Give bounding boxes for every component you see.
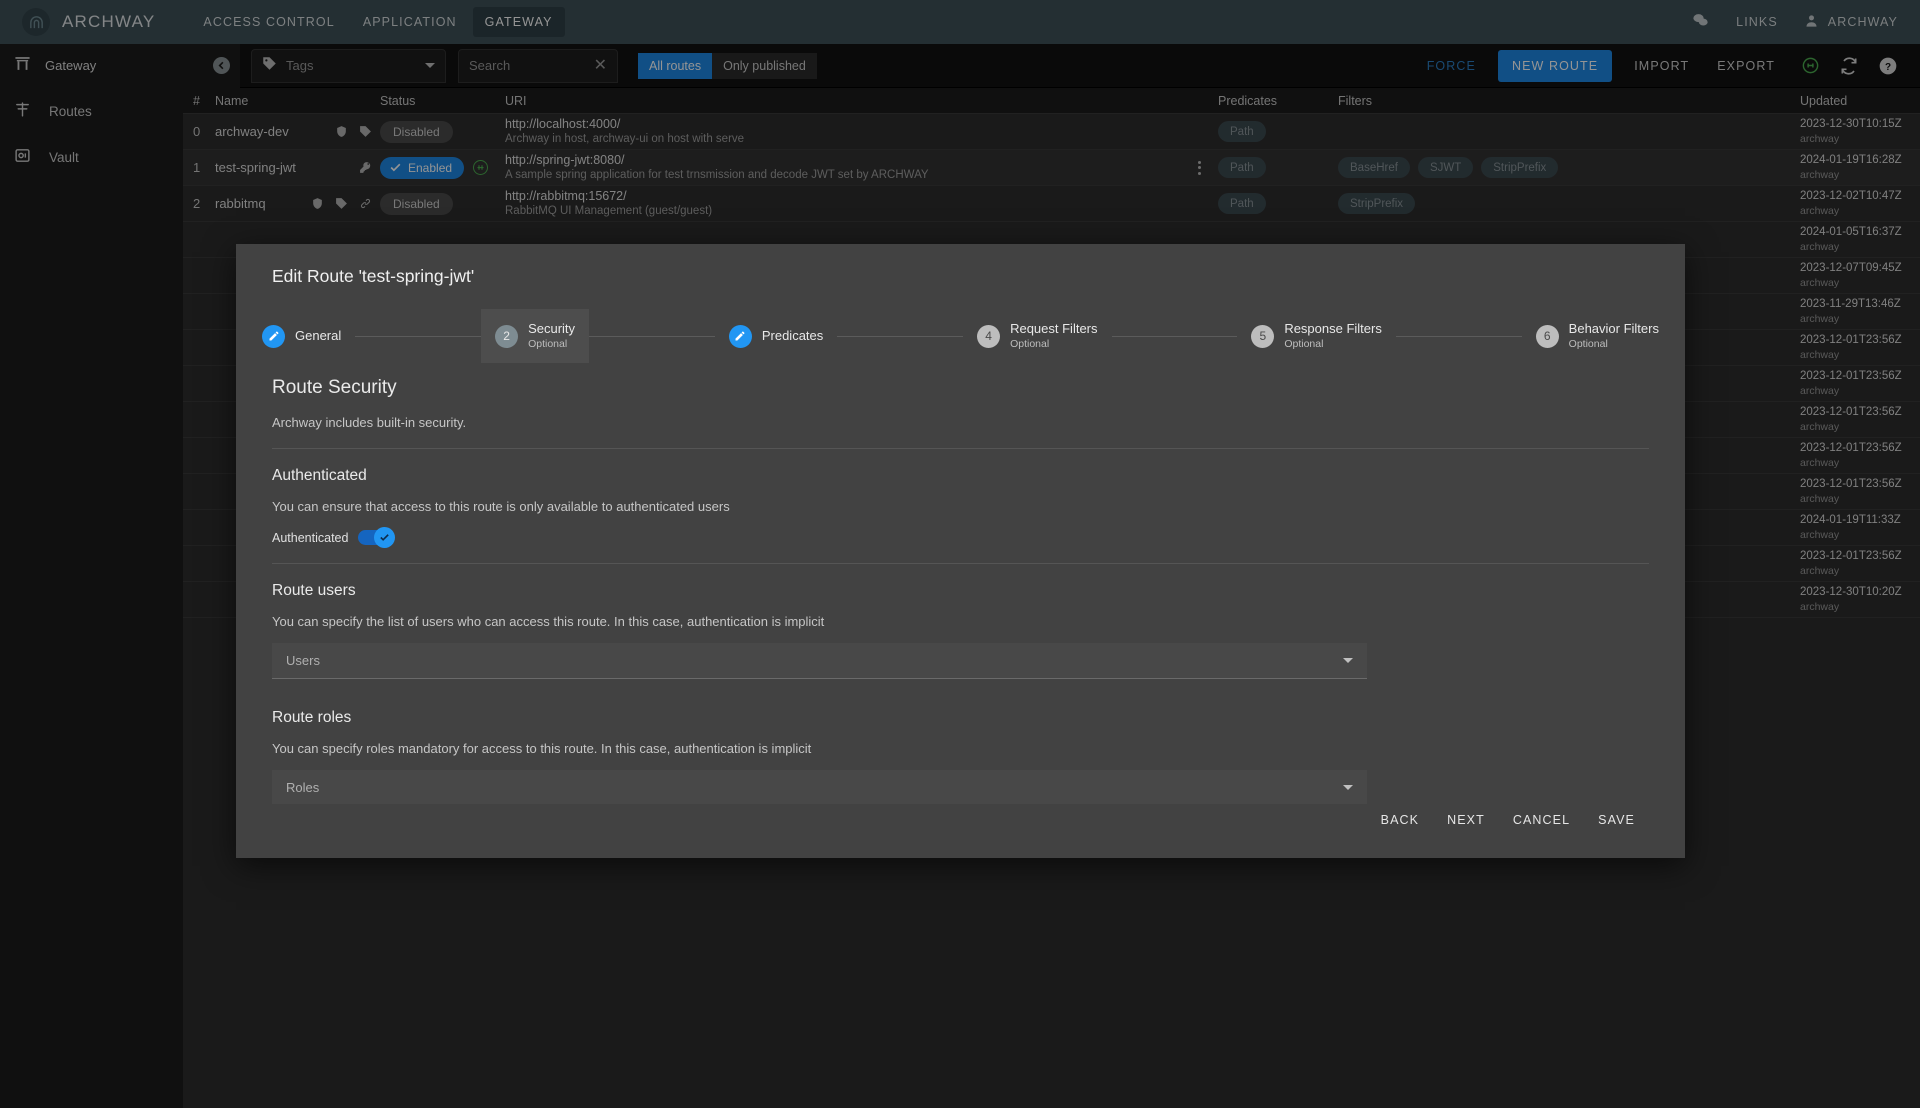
step-optional-label: Optional: [528, 338, 568, 350]
step-text: Security Optional: [528, 321, 575, 351]
step-text: Response Filters Optional: [1284, 321, 1382, 351]
dialog-body: Route Security Archway includes built-in…: [236, 363, 1685, 804]
step-text: Behavior Filters Optional: [1569, 321, 1659, 351]
step-number: 2: [495, 324, 519, 348]
wizard-step-behavior-filters[interactable]: 6 Behavior Filters Optional: [1522, 309, 1673, 363]
section-desc-route-security: Archway includes built-in security.: [272, 415, 467, 430]
wizard-step-response-filters[interactable]: 5 Response Filters Optional: [1237, 309, 1396, 363]
route-roles-value: Roles: [286, 780, 320, 795]
step-text: Request Filters Optional: [1010, 321, 1097, 351]
next-button[interactable]: NEXT: [1433, 804, 1499, 836]
step-label: Predicates: [761, 328, 824, 343]
authenticated-toggle-label: Authenticated: [272, 530, 349, 545]
edit-pencil-icon: [728, 324, 752, 348]
heading-route-roles: Route roles: [272, 709, 352, 726]
step-number: 4: [977, 324, 1001, 348]
step-connector: [1395, 335, 1522, 337]
step-connector: [589, 335, 715, 337]
back-button[interactable]: BACK: [1367, 804, 1433, 836]
desc-route-users: You can specify the list of users who ca…: [272, 614, 825, 629]
edit-pencil-icon: [262, 324, 285, 348]
app-root: ARCHWAY ACCESS CONTROL APPLICATION GATEW…: [0, 0, 1920, 1108]
wizard-stepper: General 2 Security Optional Predicates 4 Reque…: [236, 309, 1685, 363]
authenticated-toggle[interactable]: [358, 527, 396, 548]
step-label: Request Filters: [1010, 321, 1098, 336]
check-icon: [380, 534, 390, 541]
step-optional-label: Optional: [1284, 338, 1324, 350]
wizard-step-security[interactable]: 2 Security Optional: [481, 309, 590, 363]
cancel-button[interactable]: CANCEL: [1499, 804, 1584, 836]
wizard-step-general[interactable]: General: [248, 309, 355, 363]
wizard-step-request-filters[interactable]: 4 Request Filters Optional: [963, 309, 1111, 363]
step-connector: [1111, 335, 1238, 337]
step-optional-label: Optional: [1568, 338, 1608, 350]
step-label: Response Filters: [1284, 321, 1382, 336]
step-number: 5: [1251, 324, 1275, 348]
route-users-value: Users: [286, 653, 320, 668]
desc-authenticated: You can ensure that access to this route…: [272, 499, 730, 514]
authenticated-toggle-row: Authenticated: [272, 527, 1649, 548]
route-users-select[interactable]: Users: [272, 643, 1367, 679]
step-optional-label: Optional: [1010, 338, 1050, 350]
heading-authenticated: Authenticated: [272, 467, 367, 484]
heading-route-users: Route users: [272, 582, 356, 599]
chevron-down-icon: [1343, 785, 1353, 790]
dialog-footer: BACK NEXT CANCEL SAVE: [236, 804, 1685, 858]
route-roles-select[interactable]: Roles: [272, 770, 1367, 804]
toggle-knob: [374, 527, 396, 548]
step-label: General: [295, 328, 342, 343]
step-connector: [837, 335, 964, 337]
step-text: General: [295, 328, 341, 344]
divider: [272, 563, 1649, 564]
chevron-down-icon: [1343, 658, 1353, 663]
section-title-route-security: Route Security: [272, 377, 397, 398]
save-button[interactable]: SAVE: [1584, 804, 1649, 836]
edit-route-dialog: Edit Route 'test-spring-jwt' General 2 Sec…: [236, 244, 1685, 858]
divider: [272, 448, 1649, 449]
step-text: Predicates: [762, 328, 823, 344]
desc-route-roles: You can specify roles mandatory for acce…: [272, 741, 812, 756]
step-label: Behavior Filters: [1568, 321, 1659, 336]
wizard-step-predicates[interactable]: Predicates: [715, 309, 837, 363]
dialog-title: Edit Route 'test-spring-jwt': [272, 266, 475, 286]
step-number: 6: [1535, 324, 1559, 348]
step-connector: [355, 335, 482, 337]
step-label: Security: [528, 321, 576, 336]
